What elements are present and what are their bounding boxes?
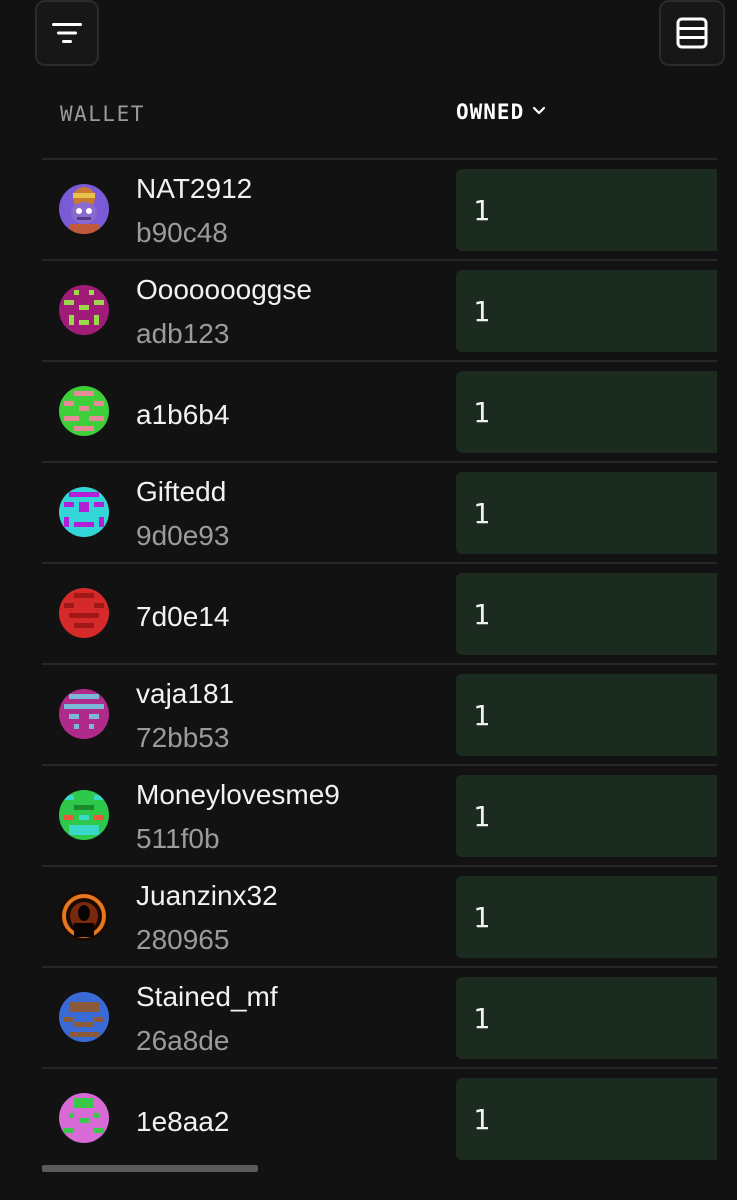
wallet-info: 7d0e14 [136, 600, 229, 634]
wallet-username[interactable]: Stained_mf [136, 980, 278, 1014]
avatar [59, 689, 109, 739]
table-row[interactable]: Giftedd 9d0e93 1 [42, 461, 717, 562]
table-header: WALLET OWNED [60, 100, 737, 134]
avatar [59, 487, 109, 537]
table-row[interactable]: 7d0e14 1 [42, 562, 717, 663]
table-row[interactable]: 1e8aa2 1 [42, 1067, 717, 1168]
table-row[interactable]: Juanzinx32 280965 1 [42, 865, 717, 966]
avatar [59, 891, 109, 941]
chevron-down-icon [532, 103, 546, 121]
owned-count: 1 [456, 169, 717, 251]
filter-icon [51, 20, 83, 46]
wallet-info: Juanzinx32 280965 [136, 879, 278, 957]
table-row[interactable]: Moneylovesme9 511f0b 1 [42, 764, 717, 865]
avatar [59, 184, 109, 234]
wallet-info: Giftedd 9d0e93 [136, 475, 229, 553]
wallet-address: 26a8de [136, 1025, 230, 1056]
column-header-owned-label: OWNED [456, 100, 525, 124]
avatar [59, 992, 109, 1042]
owned-count: 1 [456, 573, 717, 655]
wallet-info: Oooooooggse adb123 [136, 273, 312, 351]
owned-count: 1 [456, 270, 717, 352]
wallet-address: adb123 [136, 318, 230, 349]
table-row[interactable]: a1b6b4 1 [42, 360, 717, 461]
owned-count: 1 [456, 371, 717, 453]
owned-count: 1 [456, 472, 717, 554]
wallet-username[interactable]: Oooooooggse [136, 273, 312, 307]
holders-page: WALLET OWNED NAT2912 b90c48 1 Oooooooggs… [0, 0, 737, 1200]
owned-count: 1 [456, 775, 717, 857]
horizontal-scrollbar[interactable] [42, 1165, 717, 1172]
wallet-info: NAT2912 b90c48 [136, 172, 252, 250]
table-row[interactable]: Oooooooggse adb123 1 [42, 259, 717, 360]
scrollbar-thumb[interactable] [42, 1165, 258, 1172]
table-row[interactable]: Stained_mf 26a8de 1 [42, 966, 717, 1067]
table-row[interactable]: NAT2912 b90c48 1 [42, 158, 717, 259]
table-view-icon [675, 16, 709, 50]
wallet-username[interactable]: Moneylovesme9 [136, 778, 340, 812]
owned-count: 1 [456, 977, 717, 1059]
wallet-address: 9d0e93 [136, 520, 230, 551]
holders-table: NAT2912 b90c48 1 Oooooooggse adb123 1 a1… [42, 158, 717, 1168]
owned-count: 1 [456, 876, 717, 958]
wallet-username[interactable]: Juanzinx32 [136, 879, 278, 913]
wallet-address: b90c48 [136, 217, 228, 248]
wallet-info: Moneylovesme9 511f0b [136, 778, 340, 856]
avatar [59, 386, 109, 436]
wallet-username[interactable]: a1b6b4 [136, 398, 229, 432]
wallet-info: Stained_mf 26a8de [136, 980, 278, 1058]
wallet-address: 511f0b [136, 823, 220, 854]
table-row[interactable]: vaja181 72bb53 1 [42, 663, 717, 764]
wallet-info: vaja181 72bb53 [136, 677, 234, 755]
owned-count: 1 [456, 1078, 717, 1160]
wallet-address: 280965 [136, 924, 230, 955]
avatar [59, 285, 109, 335]
column-header-wallet: WALLET [60, 102, 145, 126]
wallet-username[interactable]: 7d0e14 [136, 600, 229, 634]
owned-count: 1 [456, 674, 717, 756]
view-toggle-button[interactable] [659, 0, 725, 66]
wallet-username[interactable]: 1e8aa2 [136, 1105, 229, 1139]
avatar [59, 588, 109, 638]
wallet-info: a1b6b4 [136, 398, 229, 432]
wallet-username[interactable]: NAT2912 [136, 172, 252, 206]
wallet-address: 72bb53 [136, 722, 230, 753]
wallet-info: 1e8aa2 [136, 1105, 229, 1139]
wallet-username[interactable]: vaja181 [136, 677, 234, 711]
wallet-username[interactable]: Giftedd [136, 475, 229, 509]
filter-button[interactable] [35, 0, 99, 66]
avatar [59, 1093, 109, 1143]
avatar [59, 790, 109, 840]
column-header-owned[interactable]: OWNED [456, 100, 546, 124]
